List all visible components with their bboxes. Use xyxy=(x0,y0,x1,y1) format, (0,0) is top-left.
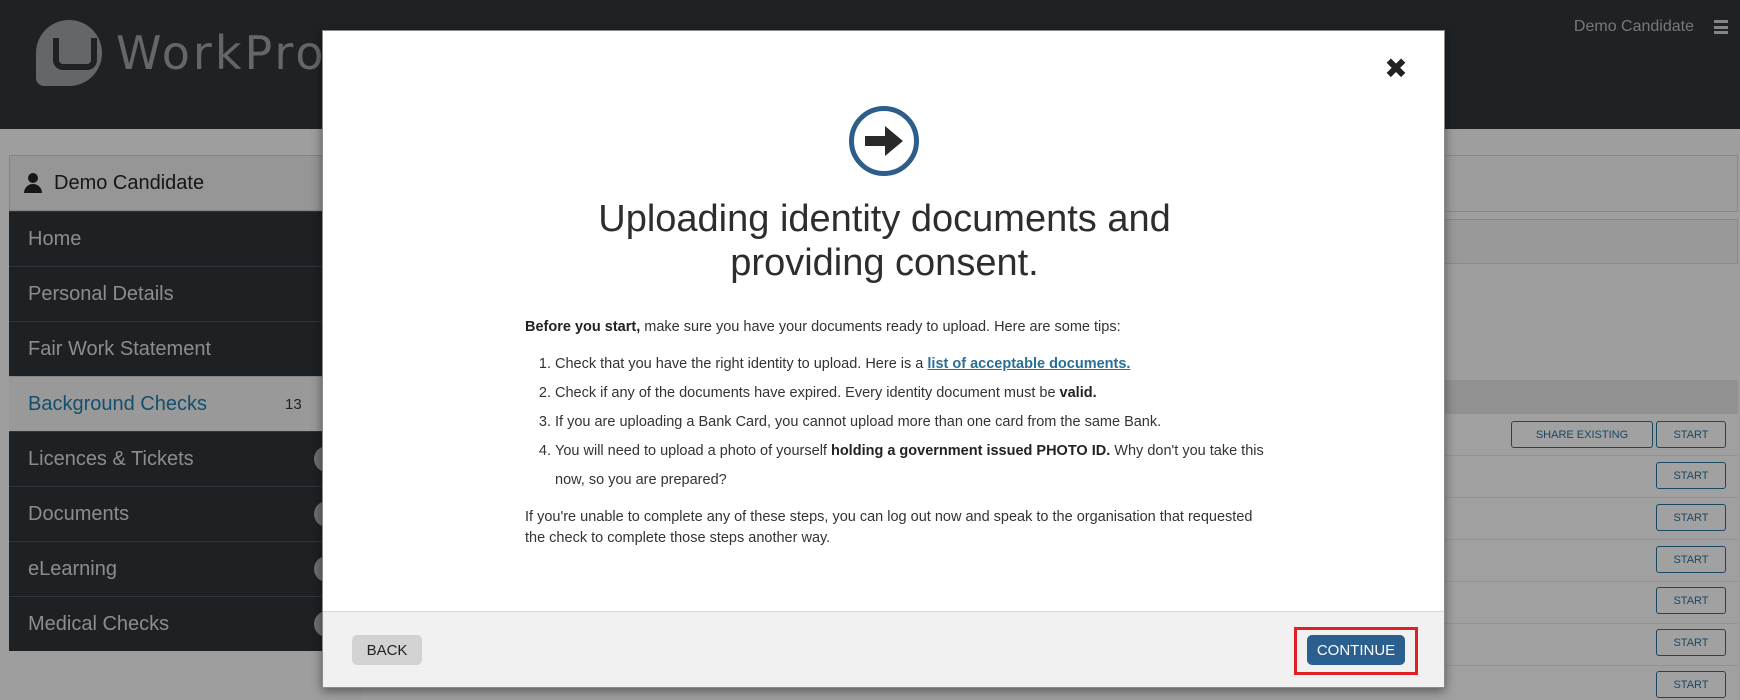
arrow-right-icon xyxy=(865,126,903,156)
modal-body: Before you start, make sure you have you… xyxy=(525,317,1265,549)
close-icon[interactable]: ✖ xyxy=(1384,55,1408,83)
help-text: If you're unable to complete any of thes… xyxy=(525,509,1253,546)
tip-2-bold: valid. xyxy=(1059,385,1097,401)
back-button[interactable]: BACK xyxy=(352,635,422,665)
tips-list: Check that you have the right identity t… xyxy=(525,350,1265,495)
tip-1-text: Check that you have the right identity t… xyxy=(555,356,928,372)
continue-button[interactable]: CONTINUE xyxy=(1307,635,1405,665)
arrow-right-circle-icon xyxy=(849,106,919,176)
modal-title-line1: Uploading identity documents and xyxy=(598,198,1171,240)
modal-footer: BACK CONTINUE xyxy=(323,611,1444,687)
modal-title: Uploading identity documents and providi… xyxy=(323,197,1446,285)
tip-4-bold: holding a government issued PHOTO ID. xyxy=(830,443,1111,459)
tip-item: If you are uploading a Bank Card, you ca… xyxy=(555,408,1265,437)
intro-rest: make sure you have your documents ready … xyxy=(640,319,1121,335)
intro-text: Before you start, make sure you have you… xyxy=(525,317,1265,338)
tip-2-text: Check if any of the documents have expir… xyxy=(555,385,1060,401)
tip-item: Check that you have the right identity t… xyxy=(555,350,1265,379)
tip-item: You will need to upload a photo of yours… xyxy=(555,437,1265,495)
modal-title-line2: providing consent. xyxy=(730,242,1039,284)
tip-item: Check if any of the documents have expir… xyxy=(555,379,1265,408)
tip-3-text: If you are uploading a Bank Card, you ca… xyxy=(555,414,1162,430)
tip-4-text: You will need to upload a photo of yours… xyxy=(555,443,831,459)
consent-modal: ✖ Uploading identity documents and provi… xyxy=(322,30,1445,688)
acceptable-documents-link[interactable]: list of acceptable documents. xyxy=(927,356,1130,372)
intro-bold: Before you start, xyxy=(525,319,641,335)
